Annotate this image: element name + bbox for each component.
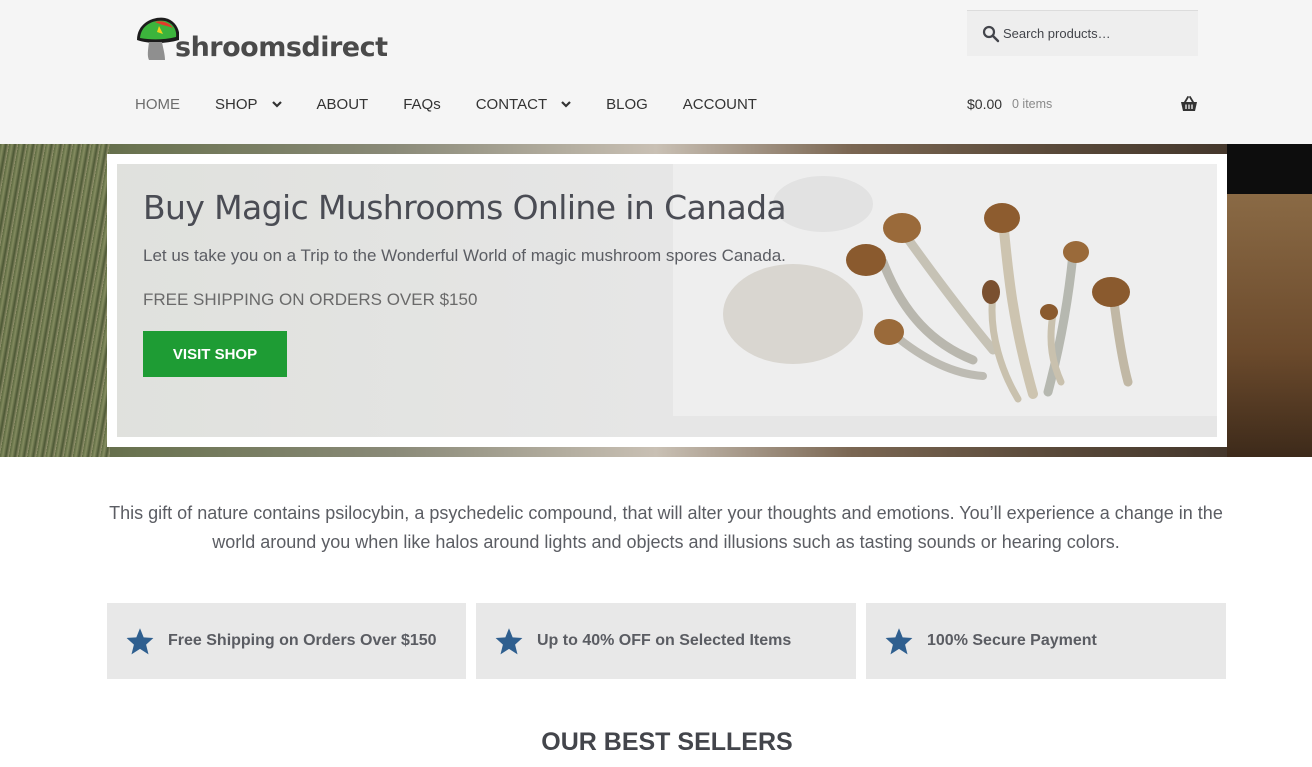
product-search xyxy=(967,10,1198,56)
intro-line: This gift of nature contains psilocybin,… xyxy=(109,503,1223,523)
cart-total: $0.00 xyxy=(967,96,1003,112)
intro-paragraph: This gift of nature contains psilocybin,… xyxy=(100,499,1232,557)
hero-subtitle: Let us take you on a Trip to the Wonderf… xyxy=(143,246,786,265)
hero-frame: Buy Magic Mushrooms Online in Canada Let… xyxy=(107,154,1227,447)
chevron-down-icon[interactable] xyxy=(271,99,282,109)
feature-free-shipping: Free Shipping on Orders Over $150 xyxy=(107,603,466,679)
nav-item-about[interactable]: ABOUT xyxy=(317,96,369,113)
nav-label: FAQs xyxy=(403,95,441,113)
feature-text: Free Shipping on Orders Over $150 xyxy=(168,632,437,649)
hero-background-mushroom-photo xyxy=(1227,194,1312,457)
star-icon xyxy=(885,628,913,655)
logo-text: shroomsdirect xyxy=(175,32,388,63)
hero-background-dark xyxy=(1227,144,1312,194)
nav-label: ABOUT xyxy=(316,95,369,113)
intro-line: world around you when like halos around … xyxy=(212,532,1120,552)
hero-banner: Buy Magic Mushrooms Online in Canada Let… xyxy=(0,144,1312,457)
hero-shipping-note: FREE SHIPPING ON ORDERS OVER $150 xyxy=(143,290,478,309)
star-icon xyxy=(126,628,154,655)
nav-label: BLOG xyxy=(606,95,648,113)
hero-title: Buy Magic Mushrooms Online in Canada xyxy=(143,188,787,227)
search-icon xyxy=(982,25,1000,43)
nav-label: HOME xyxy=(135,95,180,113)
nav-item-contact[interactable]: CONTACT xyxy=(476,96,571,113)
feature-discount: Up to 40% OFF on Selected Items xyxy=(476,603,856,679)
nav-label: SHOP xyxy=(215,95,258,113)
best-sellers-heading: OUR BEST SELLERS xyxy=(541,728,793,756)
basket-icon[interactable] xyxy=(1180,96,1198,112)
mushroom-logo-icon xyxy=(137,17,179,60)
feature-text: Up to 40% OFF on Selected Items xyxy=(537,632,792,649)
nav-label: CONTACT xyxy=(475,95,548,113)
nav-item-account[interactable]: ACCOUNT xyxy=(683,96,757,113)
header-cart[interactable]: $0.00 0 items xyxy=(967,96,1198,114)
nav-item-blog[interactable]: BLOG xyxy=(606,96,648,113)
primary-navigation: HOME SHOP ABOUT FAQs CONTACT BLOG ACCOUN… xyxy=(135,92,792,116)
nav-item-home[interactable]: HOME xyxy=(135,96,180,113)
cart-item-count: 0 items xyxy=(1012,97,1053,111)
visit-shop-button[interactable]: VISIT SHOP xyxy=(143,331,287,377)
feature-secure-payment: 100% Secure Payment xyxy=(866,603,1226,679)
nav-label: ACCOUNT xyxy=(682,95,757,113)
nav-item-shop[interactable]: SHOP xyxy=(215,96,282,113)
site-header: shroomsdirect HOME SHOP ABOUT FAQs CONTA… xyxy=(0,0,1312,144)
search-input[interactable] xyxy=(1003,19,1183,47)
hero-content: Buy Magic Mushrooms Online in Canada Let… xyxy=(117,164,1217,437)
nav-item-faqs[interactable]: FAQs xyxy=(403,96,441,113)
hero-background-grass xyxy=(0,144,110,457)
chevron-down-icon[interactable] xyxy=(561,99,571,109)
feature-text: 100% Secure Payment xyxy=(927,632,1097,649)
site-logo[interactable]: shroomsdirect xyxy=(135,14,388,64)
star-icon xyxy=(495,628,523,655)
